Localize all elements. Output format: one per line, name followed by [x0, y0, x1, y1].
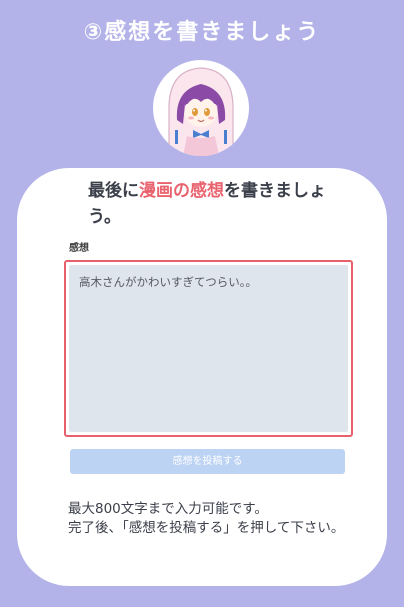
impression-textarea-value[interactable]: 高木さんがかわいすぎてつらい。。: [69, 265, 348, 432]
heading-prefix: 最後に: [88, 181, 139, 201]
note-line-2: 完了後、「感想を投稿する」を押して下さい。: [68, 520, 345, 536]
step-title: ③感想を書きましょう: [83, 20, 321, 45]
instruction-note: 最大800文字まで入力可能です。 完了後、「感想を投稿する」を押して下さい。: [68, 500, 368, 538]
card-heading: 最後に漫画の感想を書きましょう。: [88, 178, 328, 230]
submit-impression-button[interactable]: 感想を投稿する: [70, 449, 345, 474]
heading-highlight: 漫画の感想: [139, 181, 224, 201]
impression-label: 感想: [69, 243, 89, 254]
note-line-1: 最大800文字まで入力可能です。: [68, 501, 268, 517]
character-avatar-icon: [168, 67, 234, 156]
impression-textarea[interactable]: 高木さんがかわいすぎてつらい。。: [64, 260, 353, 437]
avatar: [153, 60, 249, 156]
content-card: 最後に漫画の感想を書きましょう。 感想 高木さんがかわいすぎてつらい。。 感想を…: [17, 168, 387, 586]
